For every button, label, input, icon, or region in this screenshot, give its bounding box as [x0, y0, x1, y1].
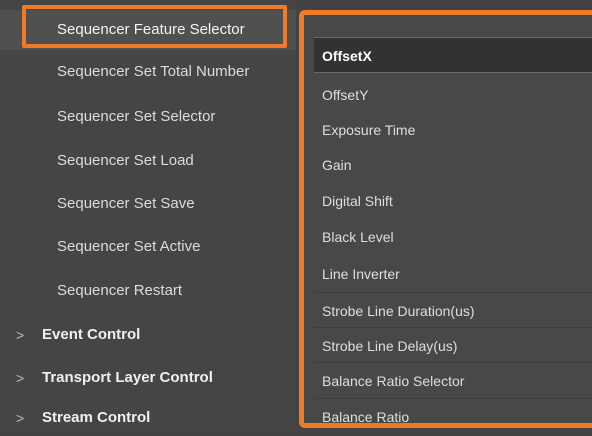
feature-tree: Sequencer Feature Selector Sequencer Set…	[0, 0, 296, 430]
tree-item-label: Sequencer Restart	[57, 282, 183, 299]
dropdown-option-offsetx[interactable]: OffsetX	[314, 37, 592, 73]
tree-item-sequencer-set-load[interactable]: Sequencer Set Load	[0, 141, 296, 181]
dropdown-option-digital-shift[interactable]: Digital Shift	[314, 183, 592, 219]
tree-item-label: Sequencer Set Selector	[57, 108, 216, 125]
dropdown-option-exposure-time[interactable]: Exposure Time	[314, 112, 592, 148]
category-label: Transport Layer Control	[42, 369, 213, 386]
tree-item-sequencer-feature-selector[interactable]: Sequencer Feature Selector	[0, 10, 296, 50]
tree-item-sequencer-set-selector[interactable]: Sequencer Set Selector	[0, 97, 296, 137]
dropdown-option-offsety[interactable]: OffsetY	[314, 77, 592, 113]
tree-item-sequencer-set-active[interactable]: Sequencer Set Active	[0, 227, 296, 267]
tree-item-sequencer-set-total-number[interactable]: Sequencer Set Total Number	[0, 52, 296, 92]
feature-selector-dropdown[interactable]: OffsetX OffsetY Exposure Time Gain Digit…	[299, 10, 592, 428]
dropdown-option-gain[interactable]: Gain	[314, 147, 592, 183]
dropdown-option-strobe-line-delay[interactable]: Strobe Line Delay(us)	[314, 327, 592, 364]
tree-item-label: Sequencer Set Total Number	[57, 63, 250, 80]
dropdown-option-line-inverter[interactable]: Line Inverter	[314, 256, 592, 292]
tree-item-label: Sequencer Feature Selector	[57, 21, 245, 38]
chevron-right-icon[interactable]: >	[16, 360, 24, 396]
tree-item-label: Sequencer Set Load	[57, 152, 194, 169]
category-transport-layer-control[interactable]: > Transport Layer Control	[0, 360, 296, 396]
category-label: Event Control	[42, 326, 141, 343]
chevron-right-icon[interactable]: >	[16, 400, 24, 436]
category-label: Stream Control	[42, 409, 151, 426]
chevron-right-icon[interactable]: >	[16, 317, 24, 353]
category-event-control[interactable]: > Event Control	[0, 317, 296, 353]
category-stream-control[interactable]: > Stream Control	[0, 400, 296, 436]
tree-item-label: Sequencer Set Active	[57, 238, 201, 255]
tree-item-label: Sequencer Set Save	[57, 195, 195, 212]
dropdown-option-balance-ratio-selector[interactable]: Balance Ratio Selector	[314, 362, 592, 399]
tree-item-sequencer-set-save[interactable]: Sequencer Set Save	[0, 184, 296, 224]
dropdown-option-black-level[interactable]: Black Level	[314, 219, 592, 255]
dropdown-option-strobe-line-duration[interactable]: Strobe Line Duration(us)	[314, 292, 592, 329]
dropdown-option-balance-ratio[interactable]: Balance Ratio	[314, 398, 592, 423]
tree-item-sequencer-restart[interactable]: Sequencer Restart	[0, 271, 296, 311]
